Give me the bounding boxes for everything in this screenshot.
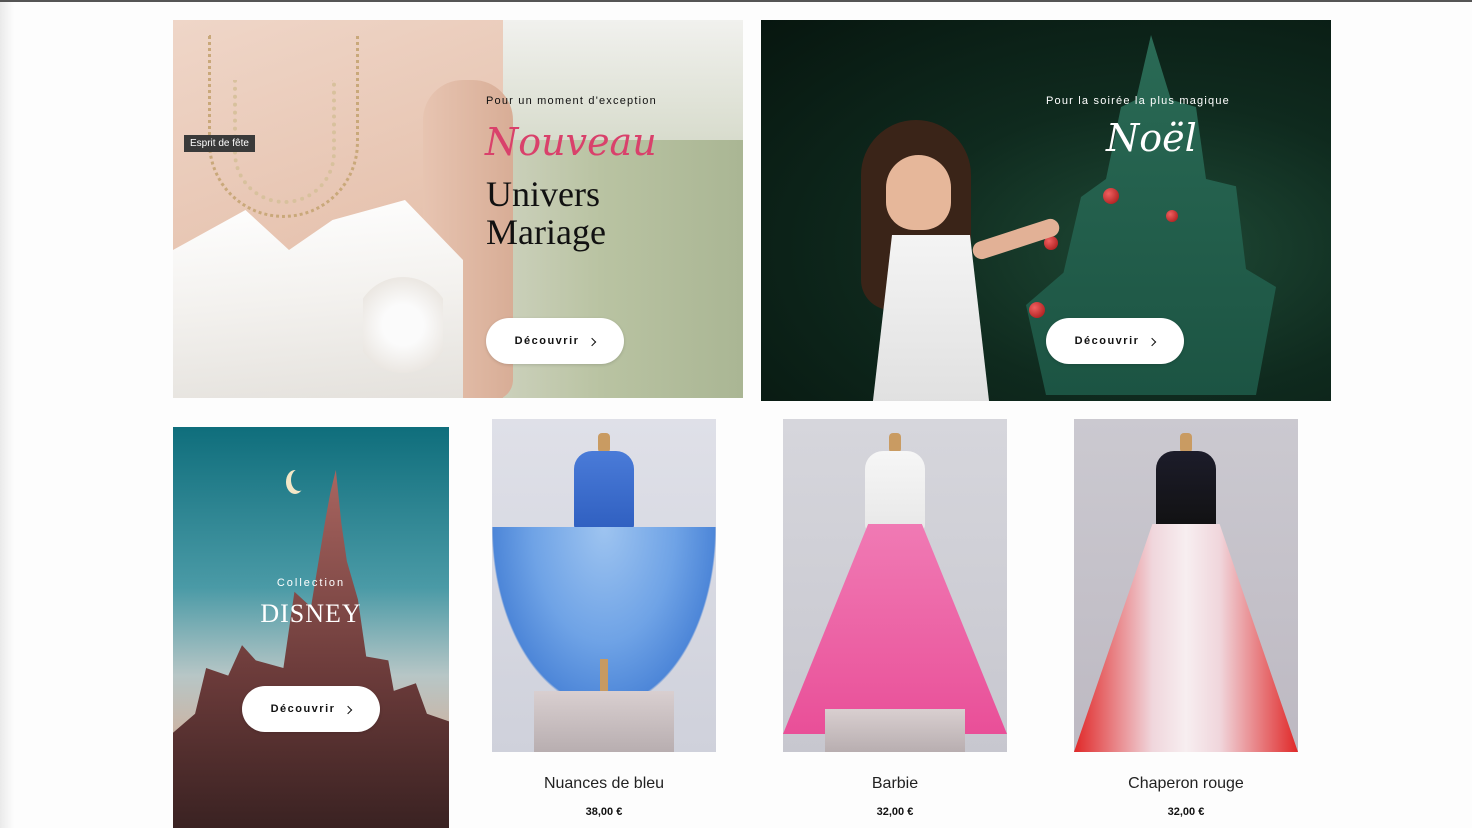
banner-tag: Esprit de fête [184,135,255,152]
discover-button-label: Découvrir [1074,335,1140,347]
product-name[interactable]: Chaperon rouge [1074,775,1298,793]
dress-skirt [1074,524,1298,752]
product-price: 32,00 € [1167,806,1205,818]
product-image-nuances-de-bleu[interactable] [492,419,716,752]
product-name[interactable]: Nuances de bleu [492,775,716,793]
chevron-right-icon [344,705,353,714]
banner-image-ornament [1029,302,1045,318]
banner-image-girl-face [886,155,951,230]
moon-icon [291,469,307,491]
mannequin-neck [1180,433,1192,453]
mannequin-neck [598,433,610,453]
banner-title-line-1: Univers [486,174,600,214]
banner-wedding[interactable]: Esprit de fête Pour un moment d'exceptio… [173,20,743,398]
banner-kicker: Pour la soirée la plus magique [1046,95,1230,107]
dress-skirt [783,524,1007,734]
banner-kicker: Collection [276,577,346,589]
discover-button-noel[interactable]: Découvrir [1046,318,1184,364]
discover-button-label: Découvrir [270,703,336,715]
discover-button-disney[interactable]: Découvrir [242,686,380,732]
banner-disney[interactable]: Collection DISNEY Découvrir [173,427,449,828]
product-image-barbie[interactable] [783,419,1007,752]
banner-title-line-2: Mariage [486,212,606,252]
banner-image-flower [363,270,443,380]
banner-script-title: Noël [1106,116,1197,160]
banner-title: Univers Mariage [486,175,606,251]
banner-kicker: Pour un moment d'exception [486,95,657,107]
mannequin-pedestal [825,709,965,752]
product-price: 32,00 € [876,806,914,818]
banner-title: DISNEY [260,599,362,628]
mannequin-neck [889,433,901,453]
product-name[interactable]: Barbie [783,775,1007,793]
mannequin-pedestal [534,691,674,752]
discover-button-wedding[interactable]: Découvrir [486,318,624,364]
chevron-right-icon [588,337,597,346]
banner-script-title: Nouveau [485,120,657,164]
banner-noel[interactable]: Pour la soirée la plus magique Noël Déco… [761,20,1331,401]
chevron-right-icon [1148,337,1157,346]
product-price: 38,00 € [585,806,623,818]
dress-bodice [865,451,925,531]
product-image-chaperon-rouge[interactable] [1074,419,1298,752]
dress-bodice [1156,451,1216,531]
top-border [0,0,1472,2]
banner-image-castle [173,469,449,828]
banner-image-ornament [1166,210,1178,222]
banner-image-ornament [1103,188,1119,204]
dress-bodice [574,451,634,531]
discover-button-label: Découvrir [514,335,580,347]
page-edge-shadow [0,2,14,828]
